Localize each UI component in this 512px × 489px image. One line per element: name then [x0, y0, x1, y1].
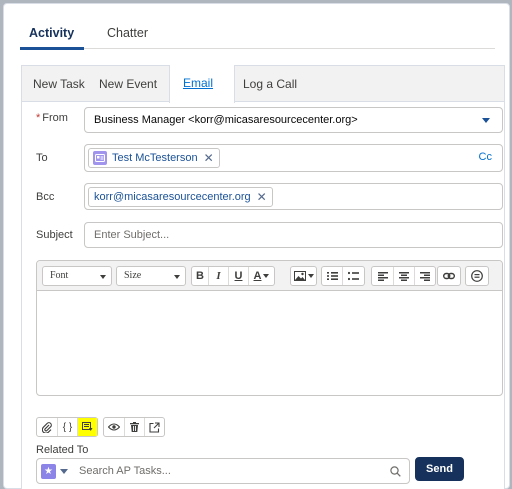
trash-icon	[130, 422, 139, 432]
chevron-down-icon	[100, 275, 106, 279]
close-icon[interactable]: ✕	[204, 151, 214, 165]
send-button[interactable]: Send	[415, 457, 464, 481]
tab-email-label: Email	[183, 76, 214, 90]
numbered-list-button[interactable]	[322, 267, 342, 285]
chevron-down-icon	[60, 469, 68, 474]
insert-template-button[interactable]	[77, 418, 97, 436]
tab-chatter-label: Chatter	[107, 26, 148, 40]
from-label-text: From	[42, 112, 68, 124]
text-format-group: B I U A	[191, 266, 275, 286]
tab-activity-label: Activity	[29, 26, 75, 40]
paperclip-icon	[42, 421, 52, 433]
font-family-select[interactable]: Font	[42, 266, 112, 286]
bulleted-list-button[interactable]	[342, 267, 364, 285]
remove-format-button[interactable]	[466, 267, 488, 285]
from-label: * From	[36, 112, 68, 124]
clear-format-icon	[471, 270, 483, 282]
to-label: To	[36, 152, 48, 164]
chevron-down-icon	[482, 118, 490, 123]
tab-email[interactable]: Email	[169, 65, 235, 103]
text-color-button[interactable]: A	[248, 267, 274, 285]
size-select-label: Size	[124, 270, 142, 281]
insert-group: { }	[36, 417, 98, 437]
preview-group	[103, 417, 165, 437]
numbered-list-icon	[326, 272, 338, 280]
chevron-down-icon	[174, 275, 180, 279]
tab-new-event[interactable]: New Event	[99, 77, 157, 91]
to-recipient-name: Test McTesterson	[112, 152, 198, 164]
bcc-recipient-pill[interactable]: korr@micasaresourcecenter.org ✕	[88, 187, 273, 207]
tab-log-a-call[interactable]: Log a Call	[243, 77, 297, 91]
tab-chatter[interactable]: Chatter	[107, 26, 148, 40]
image-group	[290, 266, 317, 286]
bcc-recipient-email: korr@micasaresourcecenter.org	[94, 191, 251, 203]
delete-button[interactable]	[124, 418, 144, 436]
bcc-label: Bcc	[36, 191, 55, 203]
composer-panel: New Task New Event Email Log a Call * Fro…	[21, 65, 505, 489]
editor-toolbar: Font Size B I U A	[37, 261, 502, 291]
text-color-label: A	[253, 270, 262, 282]
align-right-button[interactable]	[414, 267, 435, 285]
subject-placeholder: Enter Subject...	[94, 229, 170, 241]
insert-link-button[interactable]	[438, 267, 460, 285]
contact-icon	[93, 151, 107, 165]
email-body-editor[interactable]: Font Size B I U A	[36, 260, 503, 396]
subject-input[interactable]: Enter Subject...	[84, 222, 503, 248]
font-size-select[interactable]: Size	[116, 266, 186, 286]
to-field[interactable]: Test McTesterson ✕ Cc	[84, 144, 503, 172]
cc-link[interactable]: Cc	[479, 151, 492, 163]
top-tab-bar: Activity Chatter	[20, 18, 495, 50]
external-link-icon	[149, 421, 160, 433]
align-right-icon	[420, 271, 430, 281]
required-marker: *	[36, 112, 41, 124]
align-group	[371, 266, 436, 286]
related-to-field[interactable]: ★ Search AP Tasks...	[36, 458, 410, 484]
merge-field-button[interactable]: { }	[57, 418, 77, 436]
align-center-button[interactable]	[393, 267, 414, 285]
from-value: Business Manager <korr@micasaresourcecen…	[94, 114, 358, 126]
underline-button[interactable]: U	[228, 267, 248, 285]
emoji-group	[465, 266, 489, 286]
from-select[interactable]: Business Manager <korr@micasaresourcecen…	[84, 107, 503, 133]
sub-tab-bar: New Task New Event Email Log a Call	[22, 65, 504, 103]
chevron-down-icon	[263, 274, 270, 278]
tab-activity[interactable]: Activity	[29, 26, 74, 40]
template-icon	[82, 422, 93, 431]
eye-icon	[108, 423, 120, 431]
preview-button[interactable]	[104, 418, 124, 436]
italic-button[interactable]: I	[208, 267, 228, 285]
to-recipient-pill[interactable]: Test McTesterson ✕	[88, 148, 220, 168]
list-group	[321, 266, 365, 286]
email-actions-toolbar: { }	[36, 417, 165, 437]
font-select-label: Font	[50, 270, 69, 281]
subject-label: Subject	[36, 229, 73, 241]
close-icon[interactable]: ✕	[257, 190, 267, 204]
related-to-label: Related To	[36, 444, 89, 456]
bulleted-list-icon	[348, 271, 359, 281]
tab-new-task[interactable]: New Task	[33, 77, 85, 91]
align-left-button[interactable]	[372, 267, 393, 285]
activity-card: Activity Chatter New Task New Event Emai…	[3, 3, 510, 489]
link-icon	[443, 272, 455, 280]
link-group	[437, 266, 461, 286]
image-icon	[293, 271, 306, 281]
chevron-down-icon	[307, 274, 314, 278]
object-type-picker[interactable]: ★	[41, 464, 68, 479]
related-search-placeholder: Search AP Tasks...	[79, 465, 171, 477]
star-icon: ★	[41, 464, 56, 479]
active-tab-indicator	[20, 47, 84, 50]
bcc-field[interactable]: korr@micasaresourcecenter.org ✕	[84, 183, 503, 210]
insert-image-button[interactable]	[291, 267, 316, 285]
search-icon	[390, 466, 401, 477]
bold-button[interactable]: B	[192, 267, 208, 285]
popout-button[interactable]	[144, 418, 164, 436]
align-left-icon	[377, 271, 388, 281]
attach-button[interactable]	[37, 418, 57, 436]
align-center-icon	[399, 271, 409, 281]
